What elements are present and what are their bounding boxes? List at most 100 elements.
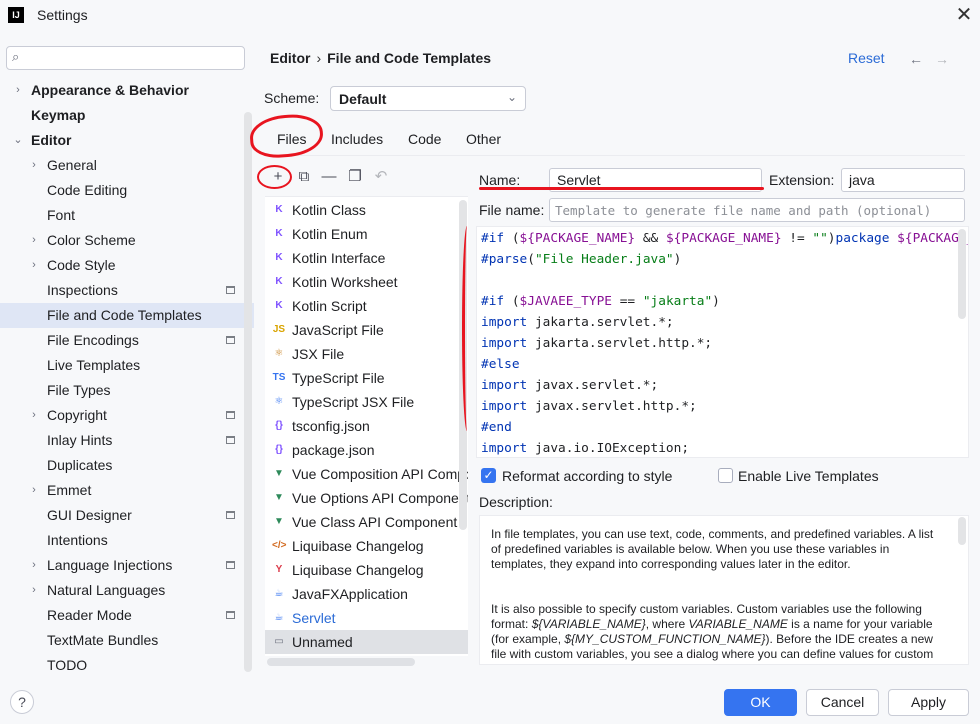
sidebar-item-live-templates[interactable]: Live Templates [0,353,254,378]
close-icon[interactable]: ✕ [952,4,976,28]
forward-arrow-icon[interactable]: → [935,51,949,67]
template-item[interactable]: ☕ JavaFXApplication [265,582,468,606]
template-item[interactable]: K Kotlin Worksheet [265,270,468,294]
chevron-right-icon[interactable]: › [28,578,40,603]
code-line[interactable]: import java.io.IOException; [481,438,689,457]
help-button[interactable]: ? [10,690,34,714]
template-item[interactable]: ⚛ TypeScript JSX File [265,390,468,414]
kotlin-icon: K [275,252,283,263]
code-line[interactable]: import javax.servlet.http.*; [481,396,697,417]
template-label: Kotlin Worksheet [292,274,398,290]
sidebar-item-file-and-code-templates[interactable]: File and Code Templates [0,303,254,328]
sidebar-item-emmet[interactable]: › Emmet [0,478,254,503]
sidebar-scrollbar[interactable] [244,112,252,672]
sidebar-item-reader-mode[interactable]: Reader Mode [0,603,254,628]
code-line[interactable]: #if (${PACKAGE_NAME} && ${PACKAGE_NAME} … [481,228,968,249]
red-annotation-bracket [462,226,472,431]
template-item[interactable]: K Kotlin Script [265,294,468,318]
cancel-button[interactable]: Cancel [806,689,879,716]
template-item[interactable]: JS JavaScript File [265,318,468,342]
extension-field[interactable]: java [841,168,965,192]
template-code-editor[interactable]: #if (${PACKAGE_NAME} && ${PACKAGE_NAME} … [476,226,969,458]
back-arrow-icon[interactable]: ← [909,51,923,67]
sidebar-item-color-scheme[interactable]: › Color Scheme [0,228,254,253]
undo-icon[interactable]: ↶ [370,166,392,188]
code-line[interactable]: #else [481,354,520,375]
sidebar-item-code-style[interactable]: › Code Style [0,253,254,278]
apply-button[interactable]: Apply [888,689,969,716]
code-line[interactable]: #end [481,417,512,438]
template-item[interactable]: {} package.json [265,438,468,462]
sidebar-item-natural-languages[interactable]: › Natural Languages [0,578,254,603]
template-item[interactable]: </> Liquibase Changelog [265,534,468,558]
chevron-right-icon[interactable]: › [28,153,40,178]
sidebar-item-inlay-hints[interactable]: Inlay Hints [0,428,254,453]
copy-icon[interactable]: ❐ [344,166,366,188]
react-icon: ⚛ [274,396,284,407]
code-line[interactable]: import jakarta.servlet.http.*; [481,333,712,354]
sidebar-item-label: Emmet [47,482,92,498]
tab-code[interactable]: Code [408,131,441,147]
template-item[interactable]: ⚛ JSX File [265,342,468,366]
tab-includes[interactable]: Includes [331,131,383,147]
scheme-dropdown[interactable]: Default ⌄ [330,86,526,111]
chevron-right-icon[interactable]: › [28,228,40,253]
chevron-right-icon[interactable]: › [28,478,40,503]
sidebar-item-file-types[interactable]: File Types [0,378,254,403]
sidebar-item-general[interactable]: › General [0,153,254,178]
file-name-field[interactable]: Template to generate file name and path … [549,198,965,222]
template-item[interactable]: ☕ Servlet [265,606,468,630]
sidebar-item-font[interactable]: Font [0,203,254,228]
sidebar-item-file-encodings[interactable]: File Encodings [0,328,254,353]
reformat-checkbox[interactable]: ✓ [481,468,496,483]
tab-other[interactable]: Other [466,131,501,147]
editor-scrollbar[interactable] [958,229,966,319]
sidebar-item-language-injections[interactable]: › Language Injections [0,553,254,578]
sidebar-item-textmate-bundles[interactable]: TextMate Bundles [0,628,254,653]
template-list-hscrollbar[interactable] [267,658,415,666]
code-line[interactable]: import jakarta.servlet.*; [481,312,674,333]
reset-link[interactable]: Reset [848,50,885,66]
sidebar-item-label: Reader Mode [47,607,132,623]
template-item[interactable]: Y Liquibase Changelog [265,558,468,582]
sidebar-item-inspections[interactable]: Inspections [0,278,254,303]
description-scrollbar[interactable] [958,517,966,545]
template-item[interactable]: K Kotlin Interface [265,246,468,270]
code-line[interactable]: #parse("File Header.java") [481,249,681,270]
chevron-right-icon[interactable]: › [28,553,40,578]
live-templates-label[interactable]: Enable Live Templates [738,468,879,484]
breadcrumb-editor[interactable]: Editor [270,50,310,66]
sidebar-item-todo[interactable]: TODO [0,653,254,678]
template-item[interactable]: ▼ Vue Options API Component [265,486,468,510]
live-templates-checkbox[interactable] [718,468,733,483]
template-item[interactable]: ▼ Vue Class API Component [265,510,468,534]
reformat-label[interactable]: Reformat according to style [502,468,672,484]
sidebar-item-gui-designer[interactable]: GUI Designer [0,503,254,528]
sidebar-item-appearance-behavior[interactable]: › Appearance & Behavior [0,78,254,103]
template-item[interactable]: {} tsconfig.json [265,414,468,438]
add-copy-icon[interactable]: ⧉ [293,166,315,188]
template-item[interactable]: ▭ Unnamed [265,630,468,654]
chevron-right-icon[interactable]: › [12,78,24,103]
template-item[interactable]: K Kotlin Class [265,198,468,222]
sidebar-item-keymap[interactable]: Keymap [0,103,254,128]
template-item[interactable]: ▼ Vue Composition API Component [265,462,468,486]
template-item[interactable]: TS TypeScript File [265,366,468,390]
javafx-icon: ☕ [274,588,284,599]
sidebar-item-editor[interactable]: ⌄ Editor [0,128,254,153]
code-line[interactable]: import javax.servlet.*; [481,375,658,396]
sidebar-item-intentions[interactable]: Intentions [0,528,254,553]
code-line[interactable]: #if ($JAVAEE_TYPE == "jakarta") [481,291,720,312]
chevron-right-icon[interactable]: › [28,403,40,428]
sidebar-item-copyright[interactable]: › Copyright [0,403,254,428]
chevron-right-icon[interactable]: › [28,253,40,278]
code-line[interactable] [481,270,489,291]
template-item[interactable]: K Kotlin Enum [265,222,468,246]
sidebar-item-label: Appearance & Behavior [31,82,189,98]
sidebar-item-code-editing[interactable]: Code Editing [0,178,254,203]
ok-button[interactable]: OK [724,689,797,716]
search-input[interactable]: ⌕ [6,46,245,70]
sidebar-item-duplicates[interactable]: Duplicates [0,453,254,478]
chevron-down-icon[interactable]: ⌄ [12,128,24,153]
minus-icon[interactable]: — [318,166,340,188]
